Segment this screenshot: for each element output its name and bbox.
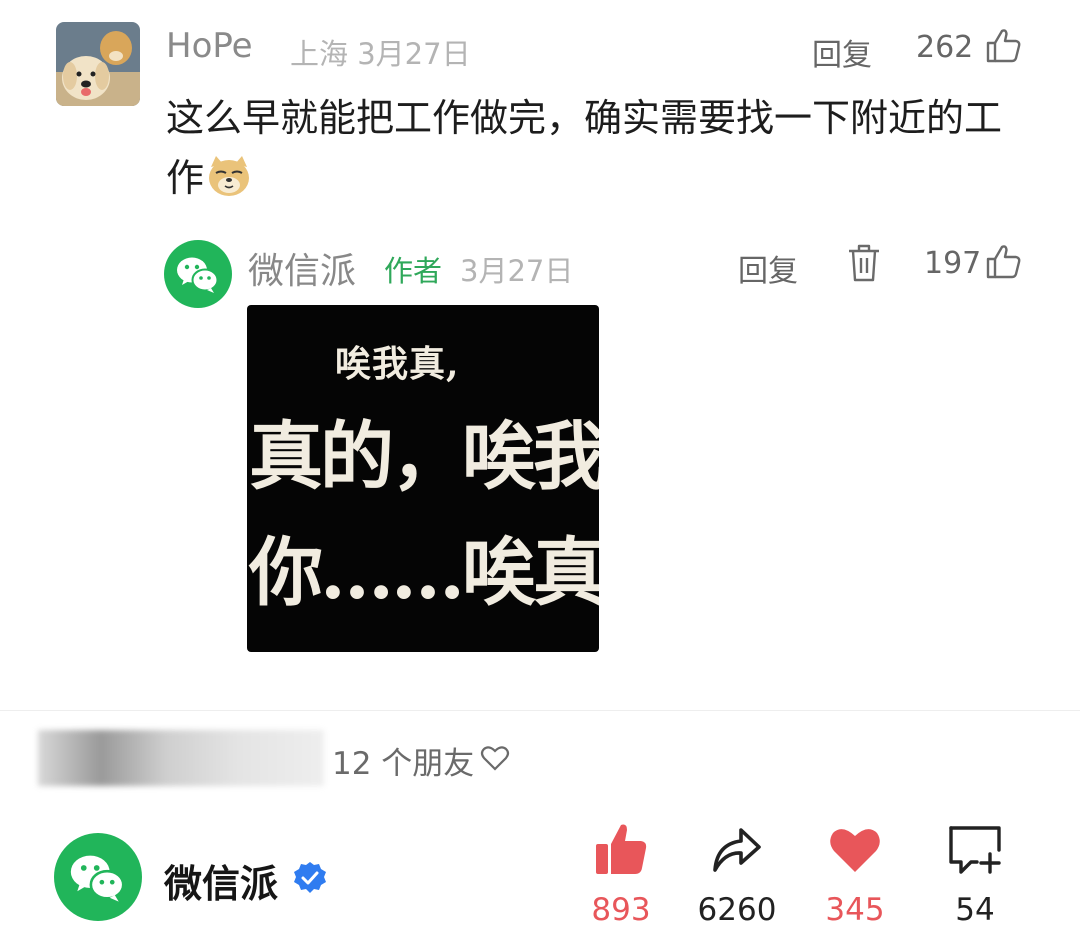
thumbs-up-filled-icon [596, 824, 647, 874]
heart-outline-icon [480, 744, 510, 772]
account-name[interactable]: 微信派 [164, 853, 278, 908]
share-count: 6260 [697, 892, 777, 928]
favorite-count: 345 [825, 892, 885, 928]
reply-date: 3月27日 [460, 254, 574, 288]
blurred-friend-avatars [38, 730, 324, 786]
comment-location-date: 上海 3月27日 [290, 31, 471, 73]
thumbs-up-icon[interactable] [984, 242, 1024, 282]
friends-liked-text[interactable]: 12 个朋友 [332, 738, 474, 783]
meme-image[interactable]: 唉我真, 真的，唉我, 你……唉真是 [247, 305, 599, 652]
reply-reply-button[interactable]: 回复 [738, 246, 798, 290]
comment-date: 3月27日 [357, 37, 471, 71]
delete-icon[interactable] [846, 243, 882, 283]
comment-reply-button[interactable]: 回复 [812, 30, 872, 74]
share-action[interactable]: 6260 [682, 822, 792, 928]
comment-action[interactable]: 54 [920, 822, 1030, 928]
like-action[interactable]: 893 [566, 822, 676, 928]
wechat-avatar[interactable] [164, 240, 232, 308]
comment-count: 54 [955, 892, 995, 928]
comment-text: 这么早就能把工作做完，确实需要找一下附近的工作 [166, 88, 1026, 208]
share-arrow-icon [713, 828, 761, 872]
like-count: 893 [591, 892, 651, 928]
reply-username[interactable]: 微信派 [248, 242, 356, 294]
meme-text-line-2: 真的，唉我, [249, 414, 599, 500]
meme-text-line-1: 唉我真, [335, 343, 460, 385]
user-avatar-hope[interactable] [56, 22, 140, 106]
meme-text-line-3: 你……唉真是 [249, 530, 599, 616]
author-badge: 作者 [384, 254, 443, 288]
verified-badge-icon [293, 861, 327, 895]
comment-location: 上海 [290, 37, 349, 71]
doge-emoji-icon [206, 153, 252, 199]
section-divider [0, 710, 1080, 711]
account-avatar[interactable] [54, 833, 142, 921]
heart-filled-icon [830, 829, 880, 872]
comment-like-count: 262 [916, 30, 974, 65]
comment-add-icon [949, 826, 1001, 874]
reply-like-count: 197 [924, 246, 982, 281]
comment-username[interactable]: HoPe [166, 26, 253, 66]
favorite-action[interactable]: 345 [800, 822, 910, 928]
comment-body: 这么早就能把工作做完，确实需要找一下附近的工作 [166, 96, 1003, 200]
thumbs-up-icon[interactable] [984, 26, 1024, 66]
